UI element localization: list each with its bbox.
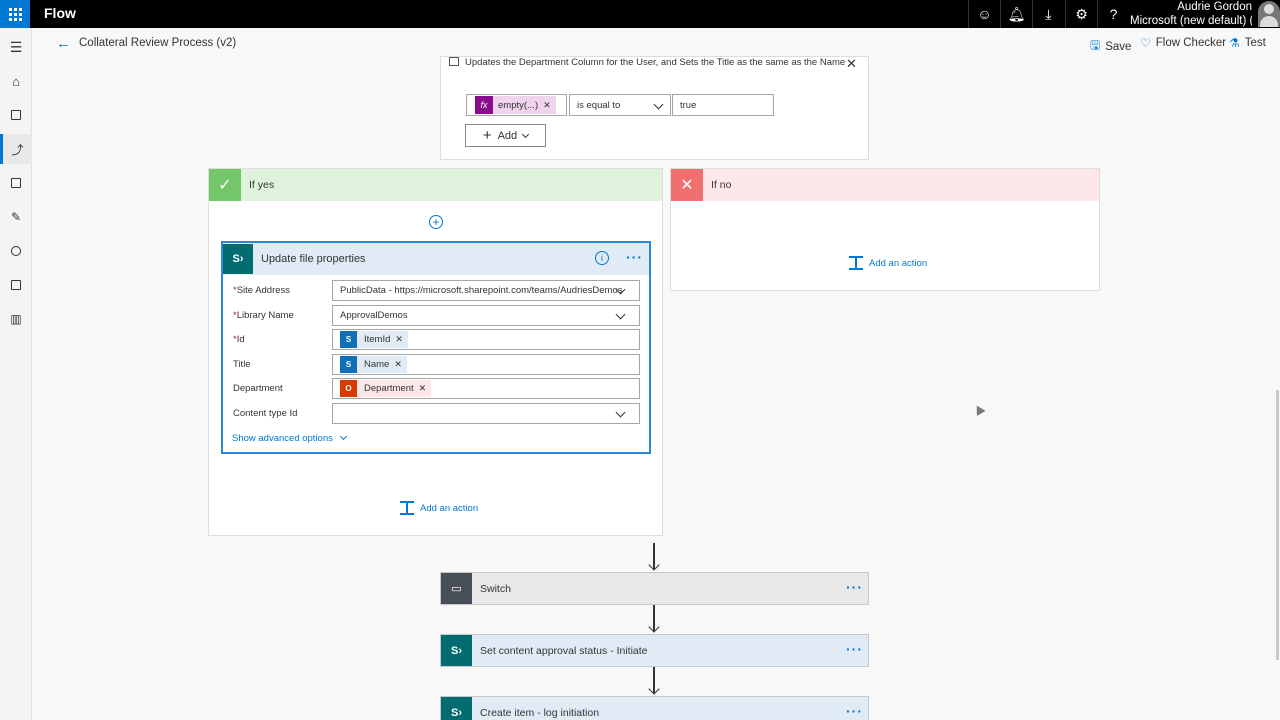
content-type-id-select[interactable]	[332, 403, 640, 424]
switch-icon: ▭	[441, 573, 472, 604]
create-item-step[interactable]: S› Create item - log initiation ···	[440, 696, 869, 720]
condition-operator-select[interactable]: is equal to	[569, 94, 671, 116]
more-options-icon[interactable]: ···	[846, 641, 863, 657]
department-token[interactable]: O Department ✕	[340, 380, 432, 397]
vertical-scrollbar[interactable]	[1276, 390, 1279, 660]
add-an-action-no-button[interactable]: Add an action	[849, 256, 927, 270]
update-file-properties-card: S› Update file properties i ··· *Site Ad…	[221, 241, 651, 454]
chevron-down-icon	[653, 99, 664, 110]
arrow-down-icon	[648, 559, 660, 571]
flow-checker-button[interactable]: ♡ Flow Checker	[1140, 36, 1226, 50]
chevron-down-icon	[615, 309, 626, 320]
my-flows-icon[interactable]: ⤴	[0, 134, 32, 164]
environment-name: Microsoft (new default) (	[1130, 15, 1252, 27]
more-options-icon[interactable]: ···	[626, 249, 643, 265]
if-no-header: ✕ If no	[671, 169, 1099, 201]
add-an-action-yes-button[interactable]: Add an action	[400, 501, 478, 515]
command-bar: ← Collateral Review Process (v2) 🖫︎ Save…	[32, 28, 1280, 58]
library-name-label: *Library Name	[233, 310, 294, 321]
id-field[interactable]: S ItemId ✕	[332, 329, 640, 350]
chevron-down-icon	[339, 432, 347, 441]
insert-step-icon[interactable]: +	[429, 215, 443, 229]
top-bar: Flow ☺ 🔔︎ ⤓ ⚙ ? Audrie Gordon Microsoft …	[0, 0, 1280, 28]
sharepoint-icon: S›	[441, 635, 472, 666]
remove-token-icon[interactable]: ✕	[543, 100, 556, 111]
home-icon[interactable]: ⌂	[0, 66, 32, 96]
action-header[interactable]: S› Update file properties i ···	[223, 243, 649, 275]
title-field[interactable]: S Name ✕	[332, 354, 640, 375]
name-token[interactable]: S Name ✕	[340, 356, 407, 373]
condition-right-field[interactable]: true	[672, 94, 774, 116]
site-address-select[interactable]: PublicData - https://microsoft.sharepoin…	[332, 280, 640, 301]
hamburger-menu-icon[interactable]: ☰	[0, 32, 32, 62]
left-nav: ☰ ⌂ ⤴ ✎ ▥	[0, 28, 32, 720]
info-icon[interactable]: i	[595, 251, 609, 265]
remove-token-icon[interactable]: ✕	[394, 359, 407, 370]
site-address-label: *Site Address	[233, 285, 291, 296]
back-arrow-icon[interactable]: ←	[56, 35, 71, 52]
more-options-icon[interactable]: ···	[846, 703, 863, 719]
chevron-down-icon	[522, 130, 530, 138]
if-yes-header: ✓ If yes	[209, 169, 662, 201]
stethoscope-icon: ♡	[1140, 36, 1151, 50]
test-button[interactable]: ⚗ Test	[1229, 36, 1266, 50]
flask-icon: ⚗	[1229, 36, 1240, 50]
app-launcher-button[interactable]	[0, 0, 30, 28]
save-button[interactable]: 🖫︎ Save	[1090, 36, 1131, 57]
avatar[interactable]	[1258, 1, 1280, 27]
library-name-select[interactable]: ApprovalDemos	[332, 305, 640, 326]
department-label: Department	[233, 383, 283, 394]
comment-icon	[449, 57, 459, 66]
chevron-down-icon	[615, 407, 626, 418]
content-type-id-label: Content type Id	[233, 408, 298, 419]
switch-step[interactable]: ▭ Switch ···	[440, 572, 869, 605]
close-icon: ✕	[671, 169, 703, 201]
remove-token-icon[interactable]: ✕	[419, 383, 432, 394]
check-icon: ✓	[209, 169, 241, 201]
remove-token-icon[interactable]: ✕	[395, 334, 408, 345]
sharepoint-icon: S›	[441, 697, 472, 720]
condition-left-field[interactable]: fx empty(...) ✕	[466, 94, 567, 116]
condition-description: Updates the Department Column for the Us…	[449, 57, 845, 68]
help-icon[interactable]: ?	[1097, 0, 1129, 28]
save-icon: 🖫︎	[1090, 38, 1101, 52]
data-icon[interactable]	[0, 270, 32, 300]
templates-icon[interactable]: ✎	[0, 202, 32, 232]
id-label: *Id	[233, 334, 245, 345]
user-info[interactable]: Audrie Gordon Microsoft (new default) (	[1130, 0, 1252, 28]
create-icon[interactable]	[0, 168, 32, 198]
sharepoint-icon: S	[340, 356, 357, 373]
learn-icon[interactable]: ▥	[0, 304, 32, 334]
show-advanced-options-link[interactable]: Show advanced options	[232, 432, 347, 444]
smiley-icon[interactable]: ☺	[968, 0, 1000, 28]
if-no-branch: ✕ If no	[670, 168, 1100, 291]
waffle-icon	[8, 7, 22, 21]
add-action-icon	[849, 256, 863, 270]
connectors-icon[interactable]	[0, 236, 32, 266]
gear-icon[interactable]: ⚙	[1065, 0, 1097, 28]
expression-token[interactable]: fx empty(...) ✕	[475, 96, 556, 114]
user-name: Audrie Gordon	[1177, 1, 1252, 13]
close-icon[interactable]: ✕	[846, 56, 857, 72]
add-action-icon	[400, 501, 414, 515]
flow-title: Collateral Review Process (v2)	[79, 37, 237, 49]
mouse-cursor-icon	[972, 403, 986, 416]
itemid-token[interactable]: S ItemId ✕	[340, 331, 408, 348]
download-icon[interactable]: ⤓	[1032, 0, 1064, 28]
plus-icon: +	[482, 127, 492, 144]
sharepoint-icon: S›	[223, 244, 253, 274]
more-options-icon[interactable]: ···	[846, 579, 863, 595]
department-field[interactable]: O Department ✕	[332, 378, 640, 399]
set-content-approval-step[interactable]: S› Set content approval status - Initiat…	[440, 634, 869, 667]
arrow-down-icon	[648, 683, 660, 695]
bell-icon[interactable]: 🔔︎	[1000, 0, 1032, 28]
action-items-icon[interactable]	[0, 100, 32, 130]
app-brand[interactable]: Flow	[44, 5, 76, 21]
arrow-down-icon	[648, 621, 660, 633]
title-label: Title	[233, 359, 251, 370]
office-icon: O	[340, 380, 357, 397]
add-condition-button[interactable]: + Add	[465, 124, 546, 147]
function-icon: fx	[475, 96, 493, 114]
sharepoint-icon: S	[340, 331, 357, 348]
